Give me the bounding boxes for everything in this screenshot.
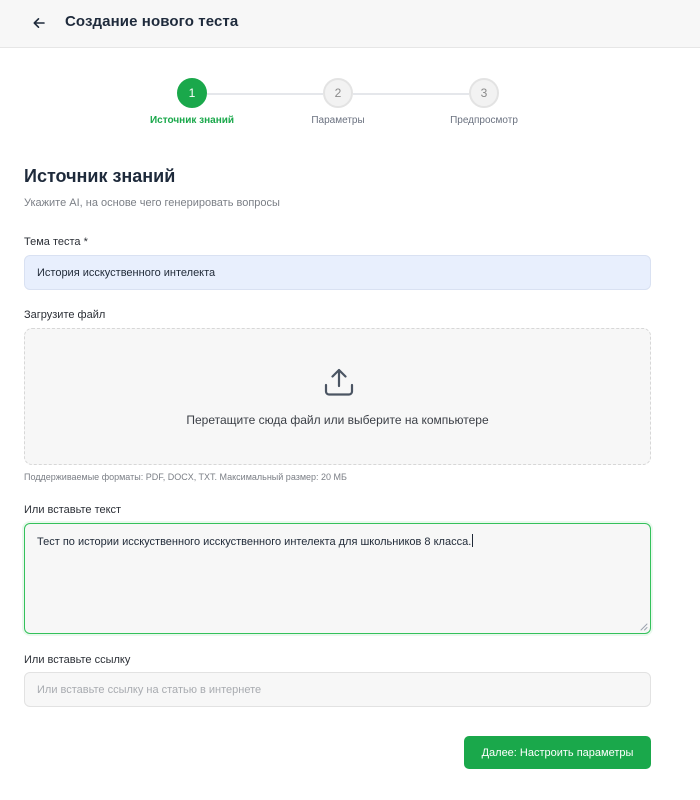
topic-input[interactable]: История исскуственного интелекта [24,255,651,290]
page-title: Создание нового теста [65,13,239,30]
step-source[interactable]: 1 Источник знаний [122,78,262,126]
text-label: Или вставьте текст [24,504,122,516]
step-parameters[interactable]: 2 Параметры [268,78,408,126]
page-header: Создание нового теста [0,0,700,48]
upload-label: Загрузите файл [24,309,106,321]
text-value: Тест по истории исскуственного исскустве… [37,536,472,548]
link-placeholder: Или вставьте ссылку на статью в интернет… [37,683,262,696]
back-button[interactable] [28,12,50,34]
file-dropzone[interactable]: Перетащите сюда файл или выберите на ком… [24,328,651,465]
upload-icon [324,368,354,396]
link-input[interactable]: Или вставьте ссылку на статью в интернет… [24,672,651,707]
dropzone-prompt: Перетащите сюда файл или выберите на ком… [186,413,489,427]
text-caret [472,534,474,547]
step-number: 2 [323,78,353,108]
step-label: Источник знаний [149,115,235,126]
topic-label: Тема теста * [24,236,88,248]
stepper: 1 Источник знаний 2 Параметры 3 Предпрос… [0,78,700,128]
arrow-left-icon [33,18,45,28]
section-title: Источник знаний [24,166,176,186]
next-button[interactable]: Далее: Настроить параметры [464,736,651,769]
section-subtitle: Укажите AI, на основе чего генерировать … [24,197,280,209]
step-preview[interactable]: 3 Предпросмотр [414,78,554,126]
topic-value: История исскуственного интелекта [37,266,216,279]
step-number: 3 [469,78,499,108]
resize-handle-icon[interactable] [640,623,648,631]
formats-hint: Поддерживаемые форматы: PDF, DOCX, TXT. … [24,472,347,482]
step-label: Параметры [311,115,365,126]
step-label: Предпросмотр [450,115,518,126]
link-label: Или вставьте ссылку [24,654,131,666]
text-area[interactable]: Тест по истории исскуственного исскустве… [24,523,651,634]
step-number: 1 [177,78,207,108]
